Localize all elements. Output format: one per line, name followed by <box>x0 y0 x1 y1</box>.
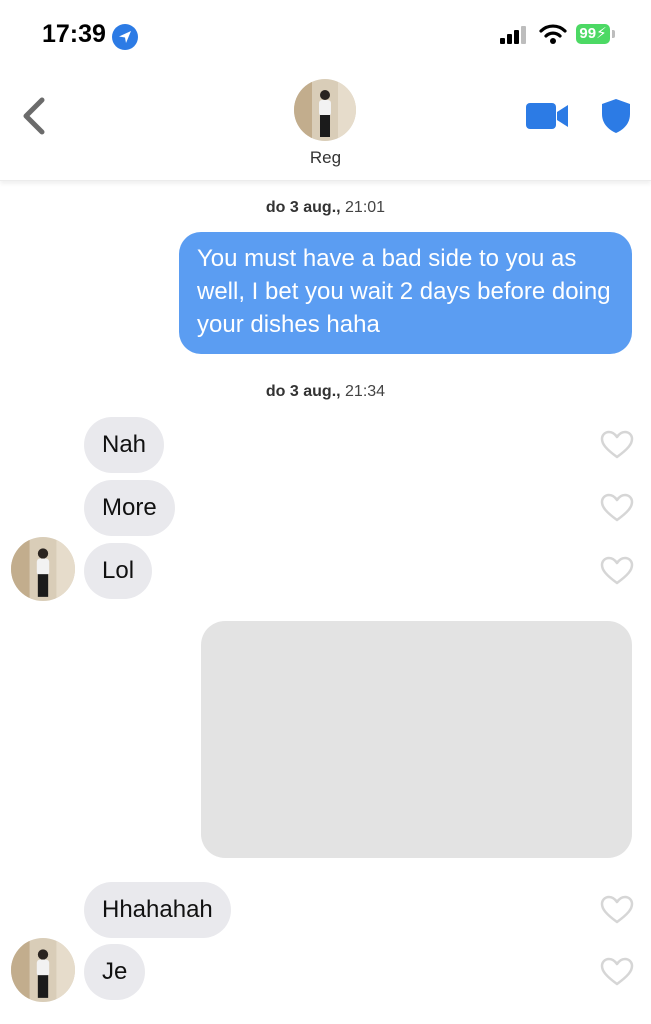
timestamp-time: 21:34 <box>345 383 386 400</box>
battery-nub <box>612 30 615 38</box>
status-time: 17:39 <box>42 20 106 48</box>
timestamp: do 3 aug., 21:34 <box>0 383 651 401</box>
video-call-icon[interactable] <box>526 102 570 135</box>
contact-avatar[interactable] <box>11 537 75 601</box>
message-text: Je <box>102 958 128 985</box>
chevron-left-icon[interactable] <box>20 96 48 141</box>
incoming-message-bubble[interactable]: Hhahahah <box>84 882 231 938</box>
incoming-message-bubble[interactable]: Nah <box>84 417 165 473</box>
message-text: Lol <box>102 557 135 584</box>
wifi-icon <box>539 23 567 50</box>
outgoing-message-bubble[interactable]: You must have a bad side to you as well,… <box>179 232 632 354</box>
battery-level: 99 <box>579 25 597 42</box>
incoming-message-bubble[interactable]: More <box>84 480 175 536</box>
heart-icon[interactable] <box>600 430 634 460</box>
incoming-message-bubble[interactable]: Lol <box>84 543 153 599</box>
incoming-message-bubble[interactable]: Je <box>84 944 146 1000</box>
chat-header: Reg <box>0 62 651 181</box>
message-text: More <box>102 494 157 521</box>
location-arrow-icon <box>112 24 138 50</box>
outgoing-media-placeholder[interactable] <box>201 621 632 858</box>
timestamp: do 3 aug., 21:01 <box>0 199 651 217</box>
cellular-signal-icon <box>500 26 530 49</box>
timestamp-day: do 3 aug., <box>265 383 341 400</box>
timestamp-day: do 3 aug., <box>265 199 341 216</box>
heart-icon[interactable] <box>600 556 634 586</box>
message-text: You must have a bad side to you as well,… <box>197 245 611 338</box>
battery-charging-icon: 99⚡ <box>576 24 610 44</box>
timestamp-time: 21:01 <box>345 199 386 216</box>
shield-icon[interactable] <box>600 98 632 139</box>
contact-avatar[interactable] <box>294 79 356 141</box>
message-text: Nah <box>102 431 147 458</box>
heart-icon[interactable] <box>600 895 634 925</box>
heart-icon[interactable] <box>600 493 634 523</box>
contact-avatar[interactable] <box>11 938 75 1002</box>
contact-name[interactable]: Reg <box>0 148 651 168</box>
heart-icon[interactable] <box>600 957 634 987</box>
message-text: Hhahahah <box>102 896 213 923</box>
